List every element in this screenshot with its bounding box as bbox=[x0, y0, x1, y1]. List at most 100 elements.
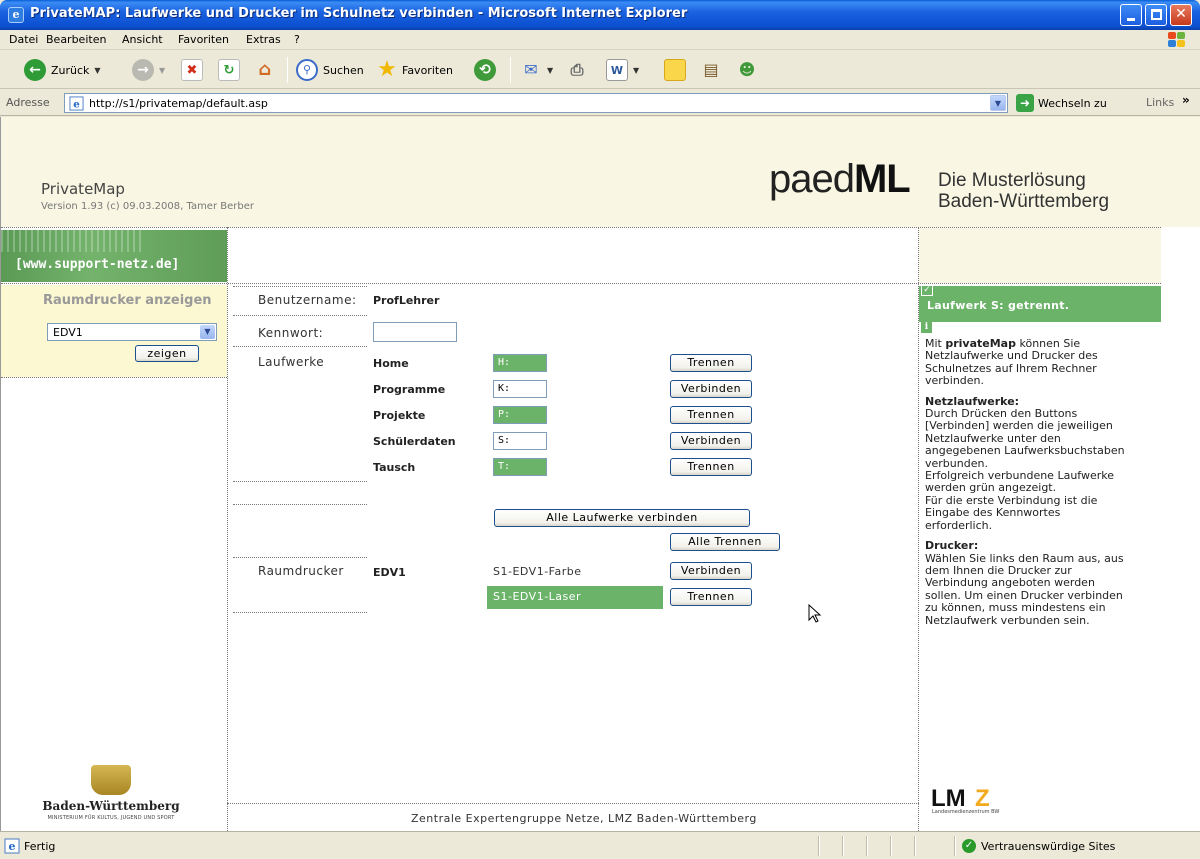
drive-letter-schuelerdaten: S: bbox=[493, 432, 547, 450]
search-button[interactable]: ⚲ Suchen bbox=[296, 56, 364, 84]
svg-text:LM: LM bbox=[931, 785, 966, 810]
connect-printer-farbe-button[interactable]: Verbinden bbox=[670, 562, 752, 580]
discuss-button[interactable] bbox=[664, 56, 686, 84]
drive-name-home: Home bbox=[373, 357, 409, 370]
mouse-cursor-icon bbox=[808, 604, 822, 623]
favorites-button[interactable]: ★ Favoriten bbox=[376, 56, 453, 84]
tagline-line1: Die Musterlösung bbox=[938, 170, 1086, 191]
refresh-icon: ↻ bbox=[218, 59, 240, 81]
close-button[interactable]: ✕ bbox=[1170, 4, 1192, 26]
history-icon: ⟲ bbox=[474, 59, 496, 81]
help-drives-text2: Erfolgreich verbundene Laufwerke werden … bbox=[925, 469, 1114, 495]
go-arrow-icon: ➜ bbox=[1016, 94, 1034, 112]
back-button[interactable]: ← Zurück ▼ bbox=[24, 56, 101, 84]
address-input[interactable]: e http://s1/privatemap/default.asp ▼ bbox=[64, 93, 1008, 113]
minimize-button[interactable] bbox=[1120, 4, 1142, 26]
drive-name-projekte: Projekte bbox=[373, 409, 426, 422]
favorites-label: Favoriten bbox=[402, 63, 453, 77]
security-zone[interactable]: ✓ Vertrauenswürdige Sites bbox=[962, 839, 1115, 853]
window-titlebar[interactable]: e PrivateMAP: Laufwerke und Drucker im S… bbox=[0, 0, 1200, 30]
printers-label: Raumdrucker bbox=[258, 564, 344, 578]
checkmark-icon: ✓ bbox=[921, 284, 933, 296]
chevron-down-icon[interactable]: ▼ bbox=[990, 95, 1006, 111]
close-icon: ✕ bbox=[1175, 6, 1187, 22]
refresh-button[interactable]: ↻ bbox=[218, 56, 240, 84]
mail-button[interactable]: ✉ ▼ bbox=[520, 56, 553, 84]
password-label: Kennwort: bbox=[258, 326, 324, 340]
menu-datei[interactable]: Datei bbox=[9, 33, 38, 46]
svg-text:e: e bbox=[9, 840, 16, 853]
drive-letter-programme: K: bbox=[493, 380, 547, 398]
menu-favoriten[interactable]: Favoriten bbox=[178, 33, 229, 46]
disconnect-projekte-button[interactable]: Trennen bbox=[670, 406, 752, 424]
word-icon: W bbox=[606, 59, 628, 81]
edit-button[interactable]: W ▼ bbox=[606, 56, 639, 84]
help-text: Mit privateMap können Sie Netzlaufwerke … bbox=[925, 337, 1125, 627]
chevron-down-icon: ▼ bbox=[200, 325, 215, 339]
links-button[interactable]: Links bbox=[1146, 96, 1174, 109]
room-select[interactable]: EDV1 ▼ bbox=[47, 323, 217, 341]
password-input[interactable] bbox=[373, 322, 457, 342]
connect-programme-button[interactable]: Verbinden bbox=[670, 380, 752, 398]
disconnect-all-button[interactable]: Alle Trennen bbox=[670, 533, 780, 551]
ie-app-icon: e bbox=[8, 7, 24, 23]
support-banner[interactable]: [www.support-netz.de] bbox=[1, 230, 227, 282]
forward-button[interactable]: → ▼ bbox=[132, 56, 165, 84]
maximize-icon bbox=[1151, 9, 1162, 20]
help-drives-text: Durch Drücken den Buttons [Verbinden] we… bbox=[925, 407, 1125, 470]
back-label: Zurück bbox=[51, 63, 90, 77]
menu-ansicht[interactable]: Ansicht bbox=[122, 33, 163, 46]
go-button[interactable]: ➜ Wechseln zu bbox=[1016, 94, 1107, 112]
menu-help[interactable]: ? bbox=[294, 33, 300, 46]
address-label: Adresse bbox=[6, 96, 50, 109]
footer-credit: Zentrale Expertengruppe Netze, LMZ Baden… bbox=[411, 812, 757, 825]
menu-bearbeiten[interactable]: Bearbeiten bbox=[46, 33, 106, 46]
drive-name-tausch: Tausch bbox=[373, 461, 416, 474]
disconnect-tausch-button[interactable]: Trennen bbox=[670, 458, 752, 476]
disconnect-home-button[interactable]: Trennen bbox=[670, 354, 752, 372]
trusted-check-icon: ✓ bbox=[962, 839, 976, 853]
show-button[interactable]: zeigen bbox=[135, 345, 199, 362]
menu-extras[interactable]: Extras bbox=[246, 33, 281, 46]
research-button[interactable]: ▤ bbox=[700, 56, 722, 84]
lmz-logo-mark: LM Z bbox=[931, 785, 990, 812]
chevron-right-icon[interactable]: » bbox=[1182, 93, 1190, 107]
chevron-down-icon: ▼ bbox=[159, 65, 166, 75]
stop-button[interactable]: ✖ bbox=[181, 56, 203, 84]
connect-all-drives-button[interactable]: Alle Laufwerke verbinden bbox=[494, 509, 750, 527]
print-button[interactable]: ⎙ bbox=[566, 56, 588, 84]
minimize-icon bbox=[1127, 18, 1135, 21]
svg-text:e: e bbox=[73, 98, 80, 110]
help-drives-text3: Für die erste Verbindung ist die Eingabe… bbox=[925, 493, 1098, 532]
browser-toolbar: ← Zurück ▼ → ▼ ✖ ↻ ⌂ ⚲ Suchen ★ Favorite… bbox=[0, 51, 1200, 89]
status-text: Laufwerk S: getrennt. bbox=[927, 299, 1070, 312]
security-zone-label: Vertrauenswürdige Sites bbox=[981, 839, 1116, 853]
status-message: Laufwerk S: getrennt. bbox=[919, 286, 1161, 322]
support-link[interactable]: [www.support-netz.de] bbox=[15, 257, 179, 272]
research-icon: ▤ bbox=[703, 60, 719, 79]
tagline-line2: Baden-Württemberg bbox=[938, 191, 1110, 212]
drive-letter-projekte: P: bbox=[493, 406, 547, 424]
back-arrow-icon: ← bbox=[24, 59, 46, 81]
svg-text:Z: Z bbox=[975, 785, 990, 810]
connect-schuelerdaten-button[interactable]: Verbinden bbox=[670, 432, 752, 450]
bw-logo-name: Baden-Württemberg bbox=[42, 799, 180, 813]
printer-name-laser: S1-EDV1-Laser bbox=[487, 586, 663, 609]
disconnect-printer-laser-button[interactable]: Trennen bbox=[670, 588, 752, 606]
help-printers-text: Wählen Sie links den Raum aus, aus dem I… bbox=[925, 551, 1124, 627]
maximize-button[interactable] bbox=[1145, 4, 1167, 26]
printer-room: EDV1 bbox=[373, 566, 406, 579]
messenger-button[interactable]: ☻ bbox=[736, 56, 758, 84]
history-button[interactable]: ⟲ bbox=[474, 56, 496, 84]
home-button[interactable]: ⌂ bbox=[254, 56, 276, 84]
star-icon: ★ bbox=[377, 57, 397, 82]
bw-state-logo: Baden-Württemberg MINISTERIUM FÜR KULTUS… bbox=[41, 765, 181, 821]
lmz-logo-sub: Landesmedienzentrum BW bbox=[932, 809, 1000, 815]
go-label: Wechseln zu bbox=[1038, 96, 1107, 110]
help-intro-pre: Mit bbox=[925, 337, 946, 350]
windows-flag-icon bbox=[1168, 32, 1186, 48]
ie-page-icon: e bbox=[4, 838, 20, 854]
username-value: ProfLehrer bbox=[373, 294, 440, 307]
search-icon: ⚲ bbox=[296, 59, 318, 81]
drive-name-schuelerdaten: Schülerdaten bbox=[373, 435, 456, 448]
